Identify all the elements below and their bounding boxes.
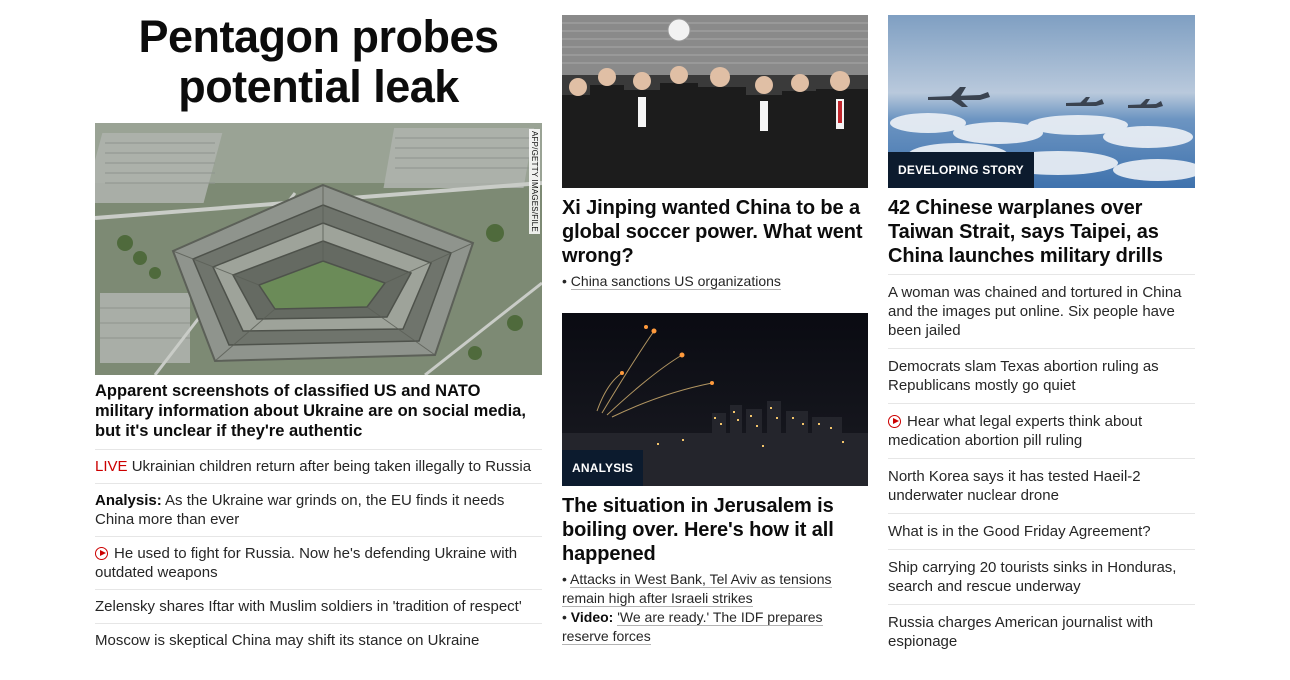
related-link[interactable]: • Attacks in West Bank, Tel Aviv as tens…: [562, 570, 868, 608]
list-item[interactable]: Ship carrying 20 tourists sinks in Hondu…: [888, 549, 1195, 604]
list-item-text[interactable]: Moscow is skeptical China may shift its …: [95, 632, 479, 649]
list-item-text[interactable]: Ukrainian children return after being ta…: [132, 458, 531, 475]
list-item-text[interactable]: North Korea says it has tested Haeil-2 u…: [888, 468, 1141, 504]
developing-story-label: DEVELOPING STORY: [888, 152, 1034, 188]
xi-related-link[interactable]: • China sanctions US organizations: [562, 272, 868, 291]
list-item[interactable]: North Korea says it has tested Haeil-2 u…: [888, 458, 1195, 513]
list-item[interactable]: What is in the Good Friday Agreement?: [888, 513, 1195, 549]
xi-headline[interactable]: Xi Jinping wanted China to be a global s…: [562, 196, 868, 268]
news-page: Pentagon probes potential leak AFP/GETTY…: [0, 0, 1290, 680]
main-story-summary[interactable]: Apparent screenshots of classified US an…: [95, 381, 542, 441]
xi-soccer-illustration: [562, 15, 868, 188]
main-headline[interactable]: Pentagon probes potential leak: [95, 12, 542, 112]
jerusalem-related-links: • Attacks in West Bank, Tel Aviv as tens…: [562, 570, 868, 646]
jerusalem-headline[interactable]: The situation in Jerusalem is boiling ov…: [562, 494, 868, 566]
pentagon-image[interactable]: AFP/GETTY IMAGES/FILE: [95, 123, 542, 375]
xi-soccer-image[interactable]: [562, 15, 868, 188]
jerusalem-night-image[interactable]: ANALYSIS: [562, 313, 868, 486]
bullet-marker: •: [562, 609, 567, 625]
list-item-text[interactable]: What is in the Good Friday Agreement?: [888, 523, 1151, 540]
list-item-text[interactable]: Zelensky shares Iftar with Muslim soldie…: [95, 598, 522, 615]
related-link[interactable]: • Video: 'We are ready.' The IDF prepare…: [562, 608, 868, 646]
list-item[interactable]: Moscow is skeptical China may shift its …: [95, 623, 542, 657]
analysis-label: ANALYSIS: [562, 450, 644, 486]
list-item-text[interactable]: Russia charges American journalist with …: [888, 614, 1153, 650]
related-link-text[interactable]: China sanctions US organizations: [570, 273, 781, 290]
left-column: Pentagon probes potential leak AFP/GETTY…: [95, 0, 542, 649]
list-item-text[interactable]: Hear what legal experts think about medi…: [888, 413, 1142, 449]
right-headline-list: A woman was chained and tortured in Chin…: [888, 274, 1195, 659]
list-item[interactable]: LIVE Ukrainian children return after bei…: [95, 449, 542, 483]
list-item-text[interactable]: Ship carrying 20 tourists sinks in Hondu…: [888, 559, 1176, 595]
analysis-prefix: Analysis:: [95, 492, 162, 509]
left-headline-list: LIVE Ukrainian children return after bei…: [95, 449, 542, 657]
image-credit: AFP/GETTY IMAGES/FILE: [529, 129, 540, 234]
video-prefix: Video:: [570, 609, 614, 625]
bullet-marker: •: [562, 571, 567, 587]
warplanes-image[interactable]: DEVELOPING STORY: [888, 15, 1195, 188]
video-play-icon: [95, 547, 108, 560]
list-item-text[interactable]: Democrats slam Texas abortion ruling as …: [888, 358, 1159, 394]
list-item[interactable]: A woman was chained and tortured in Chin…: [888, 274, 1195, 348]
list-item[interactable]: Russia charges American journalist with …: [888, 604, 1195, 659]
list-item[interactable]: Analysis: As the Ukraine war grinds on, …: [95, 483, 542, 536]
list-item[interactable]: He used to fight for Russia. Now he's de…: [95, 536, 542, 589]
video-play-icon: [888, 415, 901, 428]
pentagon-aerial-illustration: [95, 123, 542, 375]
list-item-text[interactable]: He used to fight for Russia. Now he's de…: [95, 545, 517, 581]
live-label: LIVE: [95, 458, 128, 475]
warplanes-headline[interactable]: 42 Chinese warplanes over Taiwan Strait,…: [888, 196, 1195, 268]
bullet-marker: •: [562, 273, 567, 289]
related-link-text[interactable]: Attacks in West Bank, Tel Aviv as tensio…: [562, 571, 832, 607]
list-item[interactable]: Hear what legal experts think about medi…: [888, 403, 1195, 458]
list-item[interactable]: Democrats slam Texas abortion ruling as …: [888, 348, 1195, 403]
list-item[interactable]: Zelensky shares Iftar with Muslim soldie…: [95, 589, 542, 623]
list-item-text[interactable]: A woman was chained and tortured in Chin…: [888, 284, 1182, 339]
